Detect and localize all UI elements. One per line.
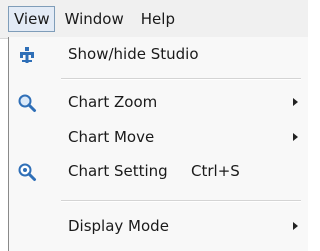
menu-bar: View Window Help <box>0 0 308 39</box>
menu-item-label: Show/hide Studio <box>68 45 199 63</box>
menu-separator <box>61 78 301 80</box>
view-dropdown-menu: Show/hide Studio Chart Zoom Chart Move C… <box>8 37 308 251</box>
submenu-arrow-icon <box>293 133 298 141</box>
studio-icon <box>17 45 37 65</box>
menu-item-chart-zoom[interactable]: Chart Zoom <box>9 85 308 119</box>
menu-view[interactable]: View <box>8 6 55 32</box>
menu-item-display-mode[interactable]: Display Mode <box>9 209 308 243</box>
menu-item-chart-setting[interactable]: Chart Setting Ctrl+S <box>9 154 308 188</box>
menu-item-label: Chart Zoom <box>68 93 158 111</box>
menu-item-label: Chart Move <box>68 128 155 146</box>
shortcut-label: Ctrl+S <box>191 162 240 180</box>
menu-help[interactable]: Help <box>134 6 182 32</box>
menu-item-show-hide-studio[interactable]: Show/hide Studio <box>9 37 308 71</box>
submenu-arrow-icon <box>293 98 298 106</box>
zoom-icon <box>17 93 37 113</box>
chart-setting-icon <box>17 162 37 182</box>
menu-item-label: Display Mode <box>68 217 169 235</box>
submenu-arrow-icon <box>293 222 298 230</box>
menu-window[interactable]: Window <box>58 6 131 32</box>
menu-separator <box>61 200 301 202</box>
menu-item-label: Chart Setting <box>68 162 168 180</box>
menu-item-chart-move[interactable]: Chart Move <box>9 120 308 154</box>
